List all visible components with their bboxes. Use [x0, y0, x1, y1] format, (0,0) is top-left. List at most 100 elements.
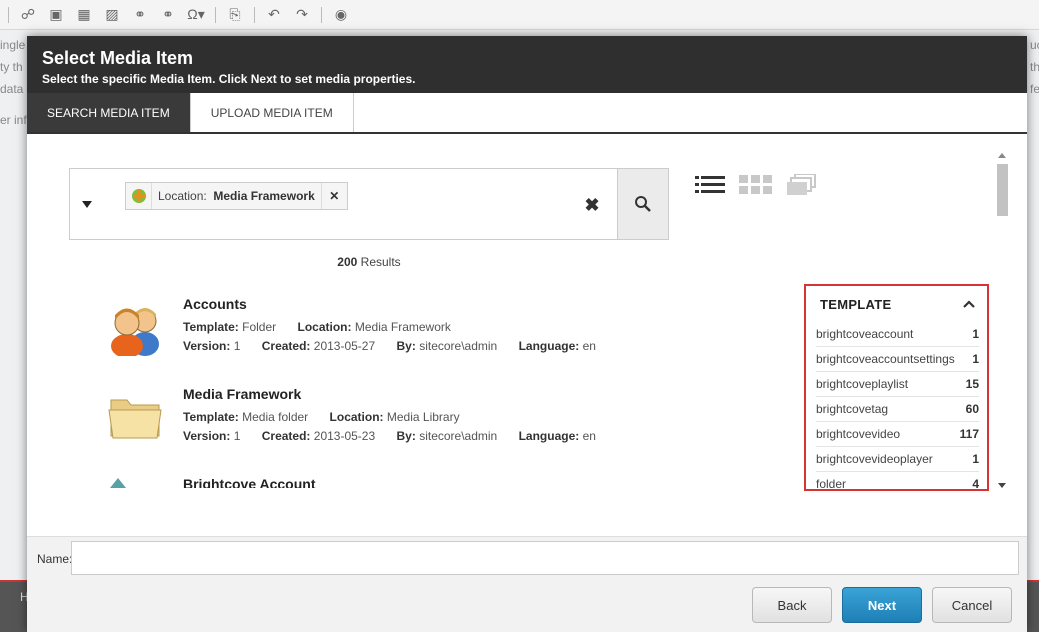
- facet-header[interactable]: TEMPLATE: [806, 286, 987, 322]
- meta-label: Created:: [261, 429, 311, 443]
- facet-item-label: brightcovetag: [816, 402, 889, 416]
- link-icon[interactable]: ⚭: [131, 6, 149, 24]
- result-location: Media Framework: [354, 320, 451, 334]
- toolbar-separator: [215, 6, 216, 23]
- find-icon[interactable]: ◉: [332, 6, 350, 24]
- facet-item[interactable]: brightcovevideoplayer 1: [816, 447, 979, 472]
- meta-label: Template:: [183, 320, 239, 334]
- facet-item[interactable]: brightcovetag 60: [816, 397, 979, 422]
- result-meta-line: Template: Folder Location: Media Framewo…: [183, 320, 451, 334]
- folder-icon: [108, 399, 162, 439]
- dialog-header: Select Media Item Select the specific Me…: [27, 36, 1027, 93]
- result-template: Media folder: [242, 410, 309, 424]
- facet-item-count: 1: [972, 452, 979, 466]
- background-text: ty th: [0, 60, 23, 74]
- dialog-footer: Back Next Cancel: [27, 582, 1027, 632]
- unlink-icon[interactable]: ⚭: [159, 6, 177, 24]
- next-button[interactable]: Next: [842, 587, 922, 623]
- dialog-title: Select Media Item: [42, 48, 194, 68]
- special-character-icon[interactable]: Ω▾: [187, 6, 205, 24]
- facet-item[interactable]: brightcoveaccount 1: [816, 322, 979, 347]
- results-count-label: Results: [357, 255, 401, 269]
- facet-item-label: brightcovevideoplayer: [816, 452, 933, 466]
- clear-search-icon[interactable]: ✖: [582, 195, 602, 216]
- background-text: fe: [1030, 82, 1039, 96]
- scroll-down-icon[interactable]: [998, 483, 1006, 488]
- scroll-up-icon[interactable]: [998, 153, 1006, 158]
- meta-label: Version:: [183, 429, 231, 443]
- result-version: 1: [233, 339, 241, 353]
- facet-item-count: 117: [959, 427, 979, 441]
- name-label: Name:: [37, 552, 73, 566]
- background-text: ingle: [0, 38, 26, 52]
- meta-label: Location:: [297, 320, 352, 334]
- stack-view-icon[interactable]: [787, 174, 817, 196]
- back-button[interactable]: Back: [752, 587, 832, 623]
- results-list: Accounts Template: Folder Location: Medi…: [57, 286, 797, 488]
- chevron-up-icon[interactable]: [963, 300, 975, 308]
- undo-icon[interactable]: ↶: [265, 6, 283, 24]
- tab-search-media-item[interactable]: SEARCH MEDIA ITEM: [27, 93, 191, 132]
- facet-item-label: brightcoveaccountsettings: [816, 352, 955, 366]
- list-view-icon[interactable]: [695, 175, 725, 195]
- facet-dropdown-icon[interactable]: [80, 197, 94, 211]
- redo-icon[interactable]: ↷: [293, 6, 311, 24]
- template-facet-panel: TEMPLATE brightcoveaccount 1 brightcoveac…: [804, 284, 989, 491]
- dialog-tabs: SEARCH MEDIA ITEM UPLOAD MEDIA ITEM: [27, 93, 1027, 134]
- result-name[interactable]: Media Framework: [183, 386, 301, 402]
- remove-facet-icon[interactable]: ✕: [320, 183, 347, 209]
- facet-item-count: 1: [972, 327, 979, 341]
- name-input[interactable]: [71, 541, 1019, 575]
- toolbar-separator: [8, 6, 9, 23]
- search-icon: [635, 196, 651, 212]
- facet-item-count: 15: [965, 377, 979, 391]
- background-text: th: [1030, 60, 1039, 74]
- result-language: en: [582, 339, 596, 353]
- result-name[interactable]: Accounts: [183, 296, 247, 312]
- facet-item[interactable]: brightcoveaccountsettings 1: [816, 347, 979, 372]
- facet-item-count: 60: [965, 402, 979, 416]
- facet-item[interactable]: brightcovevideo 117: [816, 422, 979, 447]
- result-created: 2013-05-27: [313, 339, 376, 353]
- result-version: 1: [233, 429, 241, 443]
- editor-toolbar: ☍ ▣ ▦ ▨ ⚭ ⚭ Ω▾ ⎘ ↶ ↷ ◉: [0, 0, 1039, 30]
- select-media-dialog: Select Media Item Select the specific Me…: [27, 36, 1027, 632]
- facet-item-label: brightcoveplaylist: [816, 377, 909, 391]
- meta-label: Created:: [261, 339, 311, 353]
- insert-image-icon[interactable]: ▨: [103, 6, 121, 24]
- content-scrollbar[interactable]: [994, 148, 1011, 490]
- result-language: en: [582, 429, 596, 443]
- cancel-button[interactable]: Cancel: [932, 587, 1012, 623]
- scroll-thumb[interactable]: [997, 164, 1008, 216]
- tab-upload-media-item[interactable]: UPLOAD MEDIA ITEM: [191, 93, 354, 132]
- grid-view-icon[interactable]: [739, 175, 773, 195]
- facet-chip-text: Location: Media Framework: [152, 189, 321, 203]
- background-text: uct: [1030, 38, 1039, 52]
- meta-label: Version:: [183, 339, 231, 353]
- facet-item-label: brightcovevideo: [816, 427, 901, 441]
- paste-word-icon[interactable]: ⎘: [226, 6, 244, 24]
- insert-table-icon[interactable]: ▦: [75, 6, 93, 24]
- result-meta-line: Template: Media folder Location: Media L…: [183, 410, 460, 424]
- insert-link-icon[interactable]: ☍: [19, 6, 37, 24]
- results-count-number: 200: [337, 255, 358, 269]
- result-created: 2013-05-23: [313, 429, 376, 443]
- toolbar-separator: [254, 6, 255, 23]
- facet-item-count: 4: [972, 477, 979, 491]
- result-template: Folder: [242, 320, 277, 334]
- result-meta-line: Version: 1 Created: 2013-05-27 By: sitec…: [183, 339, 596, 353]
- meta-label: Language:: [518, 429, 580, 443]
- facet-title: TEMPLATE: [820, 296, 892, 312]
- meta-label: Location:: [329, 410, 384, 424]
- search-box[interactable]: Location: Media Framework ✕ ✖: [69, 168, 669, 240]
- meta-label: Template:: [183, 410, 239, 424]
- result-name[interactable]: Brightcove Account: [183, 476, 316, 488]
- facet-chip-label: Location:: [158, 189, 207, 203]
- facet-item[interactable]: brightcoveplaylist 15: [816, 372, 979, 397]
- search-button[interactable]: [617, 169, 668, 239]
- facet-item[interactable]: folder 4: [816, 472, 979, 491]
- insert-media-icon[interactable]: ▣: [47, 6, 65, 24]
- name-row: Name:: [27, 536, 1027, 582]
- account-icon: [110, 478, 126, 488]
- location-facet-chip: Location: Media Framework ✕: [125, 182, 348, 210]
